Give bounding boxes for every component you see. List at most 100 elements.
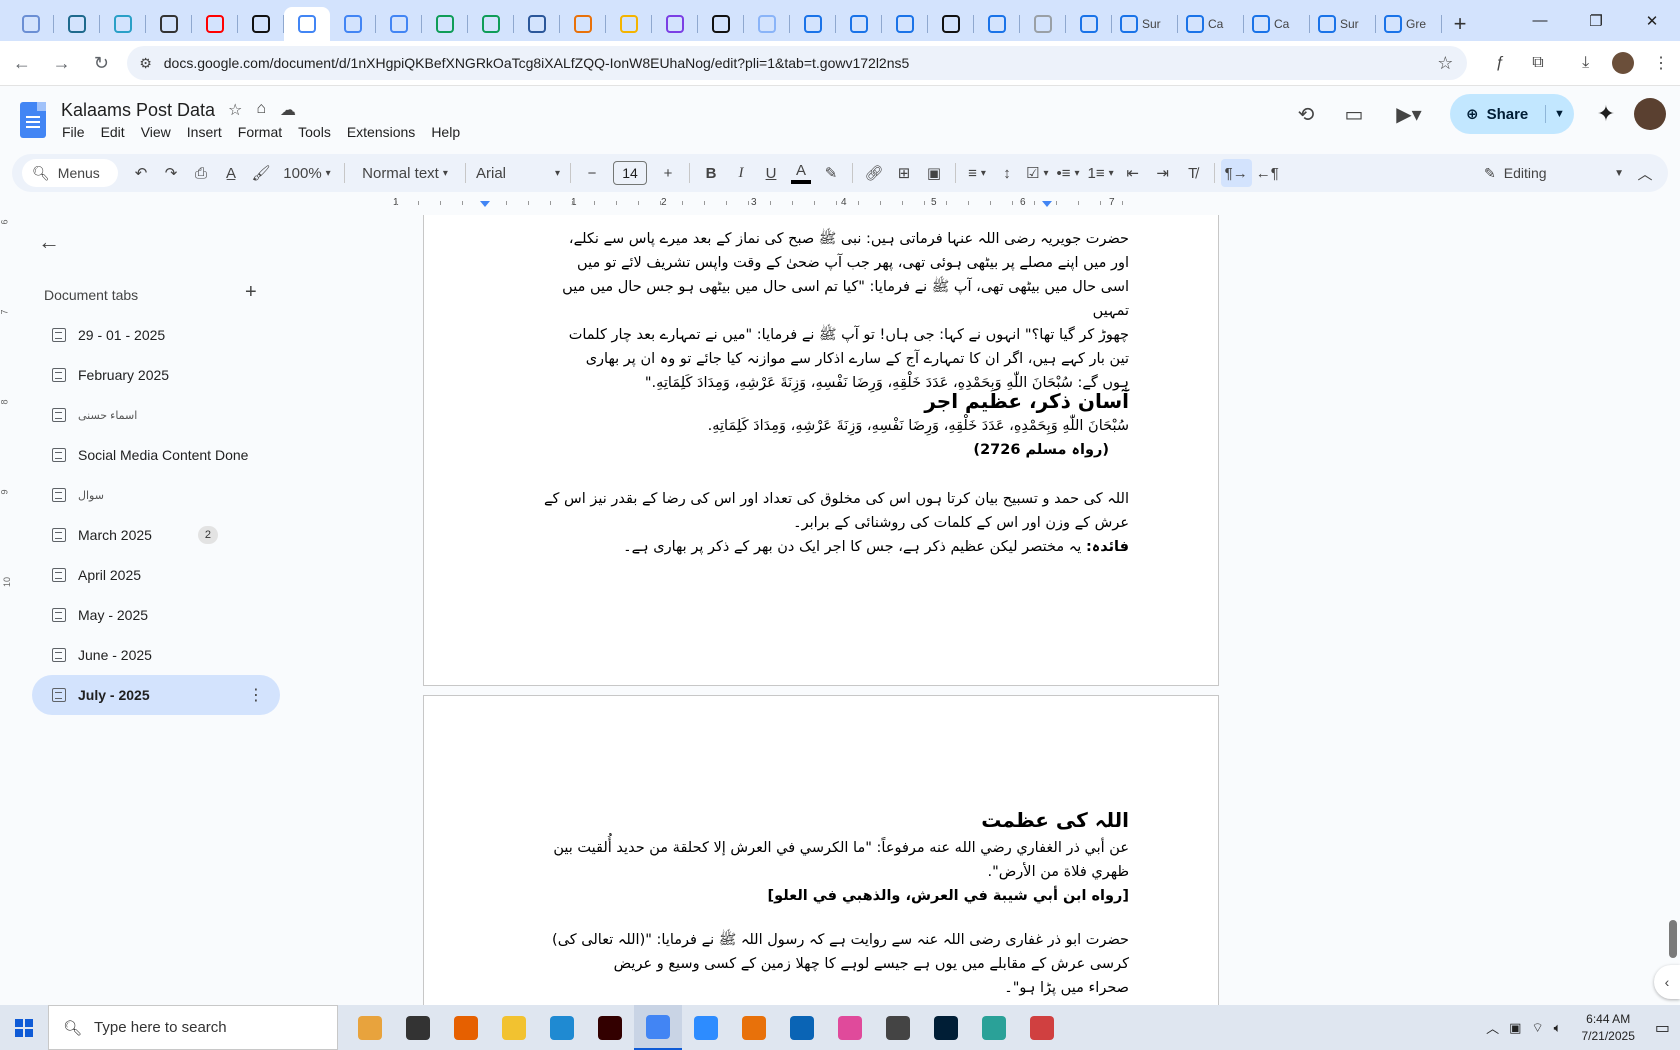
- tab-options-icon[interactable]: ⋮: [248, 685, 264, 705]
- translation-paragraph[interactable]: اللہ کی حمد و تسبیح بیان کرتا ہوں اس کی …: [524, 487, 1129, 535]
- account-avatar[interactable]: [1634, 98, 1666, 130]
- browser-tab[interactable]: [192, 7, 238, 41]
- menu-tools[interactable]: Tools: [298, 124, 331, 140]
- document-tab-item[interactable]: 29 - 01 - 2025: [32, 315, 280, 355]
- browser-tab[interactable]: [54, 7, 100, 41]
- document-tab-item[interactable]: اسماء حسنی: [32, 395, 280, 435]
- browser-tab[interactable]: [284, 7, 330, 41]
- print-icon[interactable]: ⎙: [186, 159, 216, 187]
- document-canvas[interactable]: حضرت جویریہ رضی اللہ عنہا فرماتی ہیں: نب…: [290, 215, 1680, 1005]
- cloud-saved-icon[interactable]: ☁: [280, 100, 296, 120]
- browser-tab[interactable]: [560, 7, 606, 41]
- document-tab-item[interactable]: July - 2025 ⋮: [32, 675, 280, 715]
- version-history-icon[interactable]: ⟲: [1282, 94, 1330, 134]
- bold-icon[interactable]: B: [696, 159, 726, 187]
- document-tab-item[interactable]: March 2025 2: [32, 515, 280, 555]
- taskbar-app[interactable]: [874, 1005, 922, 1050]
- editing-mode-select[interactable]: ✎ Editing ▼: [1484, 159, 1624, 187]
- browser-tab[interactable]: Ca: [1244, 7, 1310, 41]
- increase-font-size-icon[interactable]: +: [653, 159, 683, 187]
- left-indent-marker[interactable]: [480, 201, 490, 207]
- browser-tab[interactable]: [1066, 7, 1112, 41]
- menu-edit[interactable]: Edit: [101, 124, 125, 140]
- numbered-list-icon[interactable]: 1≡: [1084, 159, 1118, 187]
- taskbar-app[interactable]: [970, 1005, 1018, 1050]
- urdu-translation-paragraph[interactable]: حضرت ابو ذر غفاری رضی اللہ عنہ سے روایت …: [524, 928, 1129, 1000]
- gemini-sparkle-icon[interactable]: ✦: [1584, 101, 1628, 127]
- taskbar-search-box[interactable]: 🔍︎ Type here to search: [48, 1005, 338, 1050]
- heading-greatness-of-allah[interactable]: اللہ کی عظمت: [524, 806, 1129, 834]
- close-window-button[interactable]: ✕: [1624, 0, 1680, 41]
- insert-link-icon[interactable]: 🔗︎: [859, 159, 889, 187]
- taskbar-app[interactable]: [778, 1005, 826, 1050]
- scrollbar-thumb[interactable]: [1669, 920, 1677, 958]
- browser-tab[interactable]: Gre: [1376, 7, 1442, 41]
- show-hidden-icons-icon[interactable]: ︿: [1486, 1018, 1499, 1037]
- taskbar-app[interactable]: [730, 1005, 778, 1050]
- back-button[interactable]: ←: [4, 45, 40, 81]
- bulleted-list-icon[interactable]: •≡: [1052, 159, 1083, 187]
- ltr-text-direction-icon[interactable]: ¶→: [1220, 159, 1252, 187]
- browser-tab[interactable]: [238, 7, 284, 41]
- browser-tab[interactable]: [882, 7, 928, 41]
- hadith-paragraph[interactable]: حضرت جویریہ رضی اللہ عنہا فرماتی ہیں: نب…: [524, 227, 1129, 395]
- italic-icon[interactable]: I: [726, 159, 756, 187]
- restore-button[interactable]: ❐: [1568, 0, 1624, 41]
- browser-tab[interactable]: Sur: [1112, 7, 1178, 41]
- taskbar-app[interactable]: [682, 1005, 730, 1050]
- text-color-icon[interactable]: A: [786, 159, 816, 187]
- profile-avatar[interactable]: [1605, 45, 1643, 81]
- volume-icon[interactable]: 🔈︎: [1554, 1020, 1562, 1036]
- browser-tab[interactable]: [698, 7, 744, 41]
- heading-easy-dhikr[interactable]: آسان ذکر، عظیم اجر: [524, 387, 1129, 415]
- menu-extensions[interactable]: Extensions: [347, 124, 415, 140]
- forward-button[interactable]: →: [44, 45, 80, 81]
- new-tab-button[interactable]: +: [1442, 7, 1478, 41]
- benefit-paragraph[interactable]: فائدہ: یہ مختصر لیکن عظیم ذکر ہے، جس کا …: [524, 535, 1129, 559]
- document-tab-item[interactable]: June - 2025: [32, 635, 280, 675]
- comments-icon[interactable]: ▭: [1330, 94, 1378, 134]
- browser-tab[interactable]: [1020, 7, 1066, 41]
- line-spacing-icon[interactable]: ↕: [992, 159, 1022, 187]
- downloads-icon[interactable]: ⤓: [1567, 45, 1605, 81]
- google-docs-logo-icon[interactable]: [20, 102, 46, 138]
- network-icon[interactable]: ▣: [1509, 1020, 1521, 1036]
- zoom-select[interactable]: 100%: [276, 159, 338, 187]
- browser-tab[interactable]: [744, 7, 790, 41]
- document-tab-item[interactable]: May - 2025: [32, 595, 280, 635]
- taskbar-app[interactable]: [538, 1005, 586, 1050]
- document-tab-item[interactable]: Social Media Content Done: [32, 435, 280, 475]
- reload-button[interactable]: ↻: [83, 45, 119, 81]
- browser-tab[interactable]: [100, 7, 146, 41]
- decrease-indent-icon[interactable]: ⇤: [1118, 159, 1148, 187]
- back-arrow-icon[interactable]: ←: [38, 229, 60, 255]
- browser-tab[interactable]: [974, 7, 1020, 41]
- right-indent-marker[interactable]: [1042, 201, 1052, 207]
- taskbar-app[interactable]: [346, 1005, 394, 1050]
- minimize-button[interactable]: —: [1512, 0, 1568, 41]
- document-tab-item[interactable]: سوال: [32, 475, 280, 515]
- browser-tab[interactable]: Sur: [1310, 7, 1376, 41]
- taskbar-app[interactable]: [826, 1005, 874, 1050]
- checklist-icon[interactable]: ☑: [1022, 159, 1052, 187]
- document-page[interactable]: حضرت جویریہ رضی اللہ عنہا فرماتی ہیں: نب…: [423, 215, 1219, 686]
- collapse-toolbar-icon[interactable]: ︿: [1630, 159, 1660, 187]
- vertical-scrollbar[interactable]: [1666, 215, 1680, 1005]
- highlight-icon[interactable]: ✎: [816, 159, 846, 187]
- browser-tab[interactable]: [468, 7, 514, 41]
- browser-tab[interactable]: [146, 7, 192, 41]
- taskbar-app[interactable]: [490, 1005, 538, 1050]
- font-size-input[interactable]: 14: [613, 161, 647, 185]
- browser-tab[interactable]: [514, 7, 560, 41]
- search-menus-button[interactable]: 🔍︎ Menus: [22, 159, 118, 187]
- side-panel-toggle-icon[interactable]: ‹: [1654, 965, 1680, 999]
- browser-tab[interactable]: [790, 7, 836, 41]
- increase-indent-icon[interactable]: ⇥: [1148, 159, 1178, 187]
- meet-video-icon[interactable]: ▶▾: [1378, 94, 1440, 134]
- notifications-icon[interactable]: ▭: [1655, 1018, 1670, 1038]
- taskbar-app[interactable]: [586, 1005, 634, 1050]
- insert-image-icon[interactable]: ▣: [919, 159, 949, 187]
- menu-insert[interactable]: Insert: [187, 124, 222, 140]
- document-page[interactable]: اللہ کی عظمت عن أبي ذر الغفاري رضي الله …: [423, 695, 1219, 1005]
- browser-tab[interactable]: [652, 7, 698, 41]
